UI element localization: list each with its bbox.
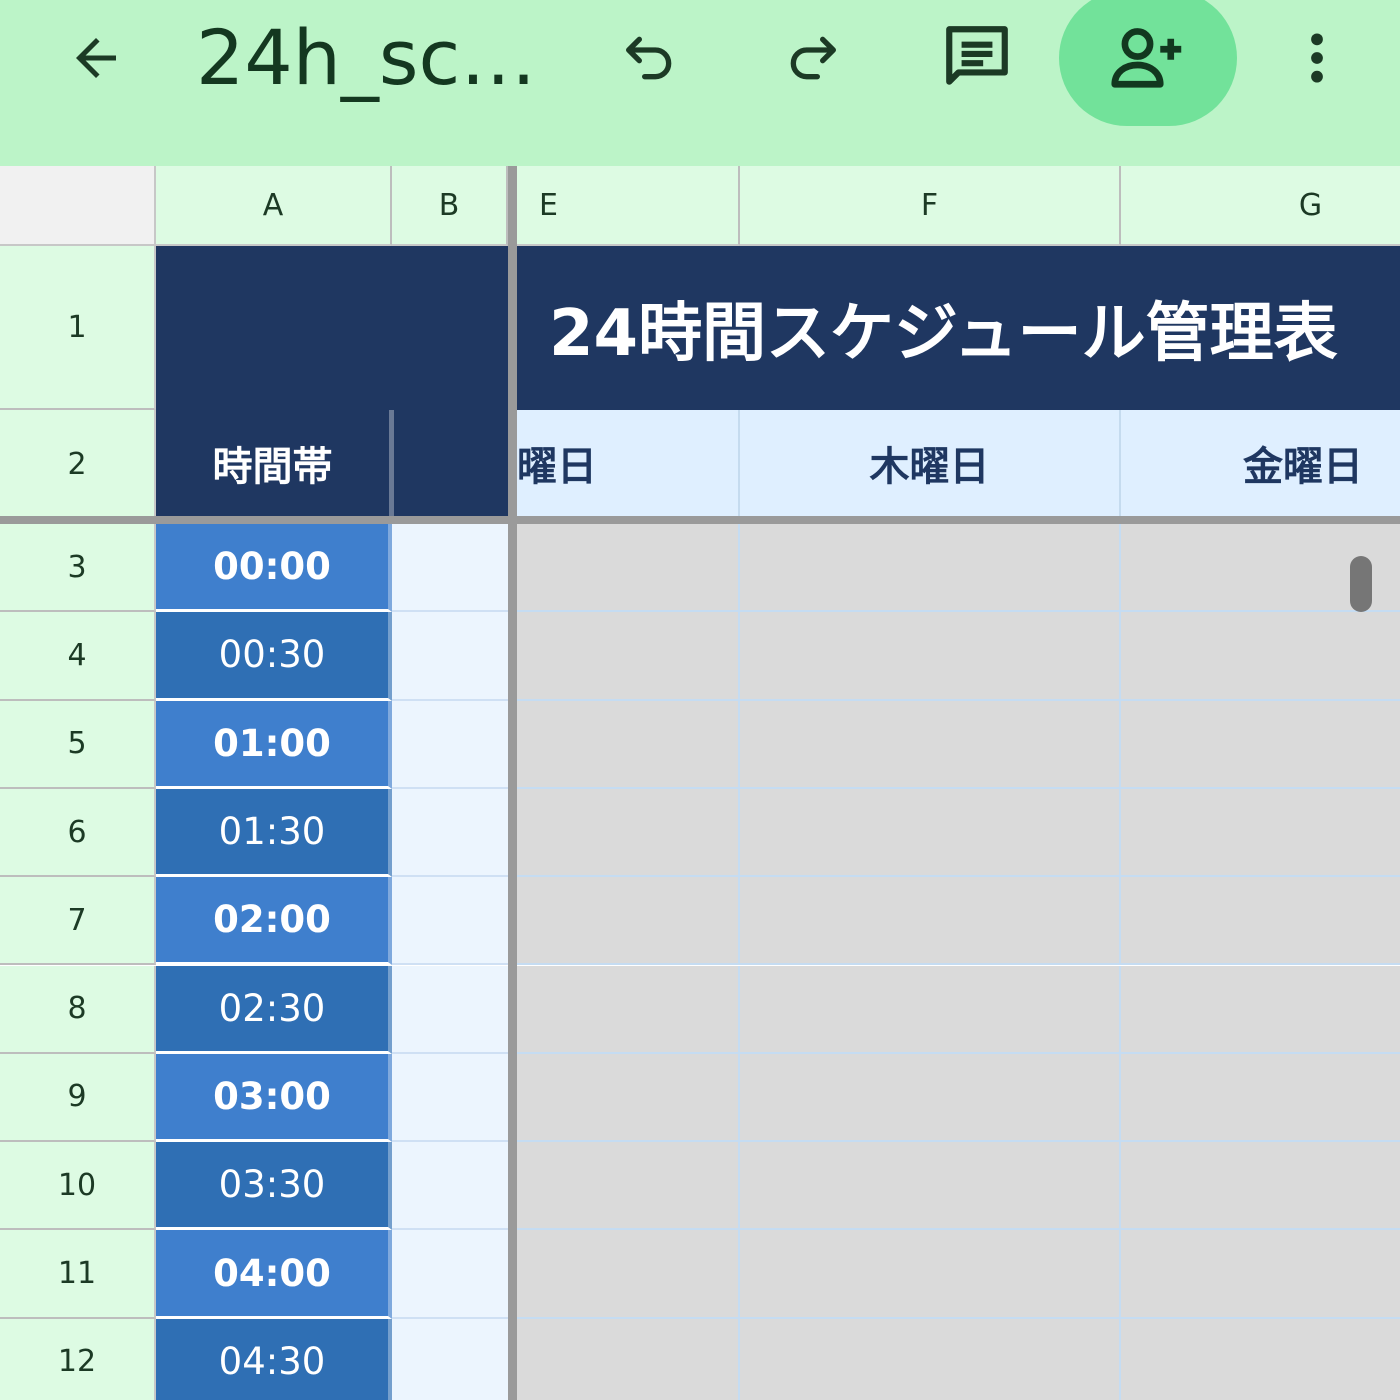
- column-header-f[interactable]: F: [740, 166, 1121, 246]
- time-cell[interactable]: 01:00: [156, 700, 392, 789]
- redo-icon[interactable]: [768, 14, 856, 102]
- row-header-4[interactable]: 4: [0, 612, 156, 701]
- cell-b[interactable]: [392, 1142, 508, 1231]
- cell-g[interactable]: [1121, 1142, 1400, 1231]
- cell-g[interactable]: [1121, 877, 1400, 966]
- cell-f[interactable]: [740, 1053, 1121, 1143]
- time-cell[interactable]: 02:30: [156, 965, 392, 1054]
- time-cell[interactable]: 01:30: [156, 788, 392, 878]
- cell-b[interactable]: [392, 700, 508, 789]
- cell-e[interactable]: [517, 788, 740, 878]
- cell-f[interactable]: [740, 877, 1121, 966]
- cell-b[interactable]: [392, 1230, 508, 1319]
- cell-b2[interactable]: [392, 410, 508, 516]
- row-header-3[interactable]: 3: [0, 524, 156, 613]
- day-label: 水曜日: [517, 444, 597, 490]
- cell-f[interactable]: [740, 1318, 1121, 1400]
- row-header-9[interactable]: 9: [0, 1053, 156, 1143]
- cell-b[interactable]: [392, 877, 508, 966]
- cell-e[interactable]: [517, 524, 740, 613]
- column-header-e[interactable]: E: [517, 166, 740, 246]
- cell-f[interactable]: [740, 1230, 1121, 1319]
- cell-f[interactable]: [740, 788, 1121, 878]
- time-cell[interactable]: 00:00: [156, 524, 392, 613]
- cell-e[interactable]: [517, 1230, 740, 1319]
- row-header-12[interactable]: 12: [0, 1318, 156, 1400]
- cell-b[interactable]: [392, 1053, 508, 1143]
- vertical-scrollbar-thumb[interactable]: [1350, 556, 1372, 612]
- spreadsheet-grid[interactable]: A B E F G 1 2 24時間スケジュール管理表 時間帯 水曜日 木曜日 …: [0, 166, 1400, 1400]
- sheet-title[interactable]: 24時間スケジュール管理表: [517, 246, 1400, 410]
- row-header-5[interactable]: 5: [0, 700, 156, 789]
- cell-e[interactable]: [517, 1142, 740, 1231]
- cell-f[interactable]: [740, 965, 1121, 1054]
- column-header-b[interactable]: B: [392, 166, 508, 246]
- cell-b[interactable]: [392, 524, 508, 613]
- cell-g[interactable]: [1121, 1230, 1400, 1319]
- top-app-bar: 24h_sc…: [0, 0, 1400, 166]
- row-header-8[interactable]: 8: [0, 965, 156, 1054]
- cell-e[interactable]: [517, 700, 740, 789]
- row-header-10[interactable]: 10: [0, 1142, 156, 1231]
- cell-g[interactable]: [1121, 1053, 1400, 1143]
- cell-b[interactable]: [392, 612, 508, 701]
- cell-g[interactable]: [1121, 788, 1400, 878]
- cell-f[interactable]: [740, 700, 1121, 789]
- day-header-wednesday[interactable]: 水曜日: [517, 410, 740, 516]
- day-header-friday[interactable]: 金曜日: [1121, 410, 1400, 516]
- row-header-6[interactable]: 6: [0, 788, 156, 878]
- cell-b[interactable]: [392, 788, 508, 878]
- cell-b[interactable]: [392, 965, 508, 1054]
- frozen-column-divider[interactable]: [508, 166, 517, 1400]
- document-title[interactable]: 24h_sc…: [196, 6, 536, 110]
- back-arrow-icon[interactable]: [52, 14, 140, 102]
- time-slot-header[interactable]: 時間帯: [156, 410, 392, 516]
- comment-icon[interactable]: [932, 12, 1022, 102]
- row-header-11[interactable]: 11: [0, 1230, 156, 1319]
- frozen-row-divider[interactable]: [0, 516, 1400, 524]
- cell-g[interactable]: [1121, 700, 1400, 789]
- add-person-button[interactable]: [1059, 0, 1237, 126]
- time-cell[interactable]: 03:30: [156, 1142, 392, 1231]
- more-vert-icon[interactable]: [1286, 14, 1348, 102]
- cell-g[interactable]: [1121, 1318, 1400, 1400]
- row-header-2[interactable]: 2: [0, 410, 156, 520]
- row-header-7[interactable]: 7: [0, 877, 156, 966]
- undo-icon[interactable]: [606, 14, 694, 102]
- cell-a1-b1[interactable]: [156, 246, 508, 410]
- time-cell[interactable]: 00:30: [156, 612, 392, 701]
- time-cell[interactable]: 04:00: [156, 1230, 392, 1319]
- row-header-1[interactable]: 1: [0, 246, 156, 410]
- cell-b[interactable]: [392, 1318, 508, 1400]
- cell-f[interactable]: [740, 524, 1121, 613]
- cell-e[interactable]: [517, 1053, 740, 1143]
- select-all-corner[interactable]: [0, 166, 156, 246]
- column-header-g[interactable]: G: [1121, 166, 1400, 246]
- cell-f[interactable]: [740, 1142, 1121, 1231]
- time-cell[interactable]: 04:30: [156, 1318, 392, 1400]
- cell-e[interactable]: [517, 1318, 740, 1400]
- cell-e[interactable]: [517, 877, 740, 966]
- day-header-thursday[interactable]: 木曜日: [740, 410, 1121, 516]
- cell-f[interactable]: [740, 612, 1121, 701]
- column-header-a[interactable]: A: [156, 166, 392, 246]
- cell-e[interactable]: [517, 612, 740, 701]
- time-cell[interactable]: 02:00: [156, 877, 392, 966]
- cell-g[interactable]: [1121, 965, 1400, 1054]
- add-person-icon: [1111, 28, 1182, 88]
- cell-e[interactable]: [517, 965, 740, 1054]
- time-cell[interactable]: 03:00: [156, 1053, 392, 1143]
- cell-g[interactable]: [1121, 612, 1400, 701]
